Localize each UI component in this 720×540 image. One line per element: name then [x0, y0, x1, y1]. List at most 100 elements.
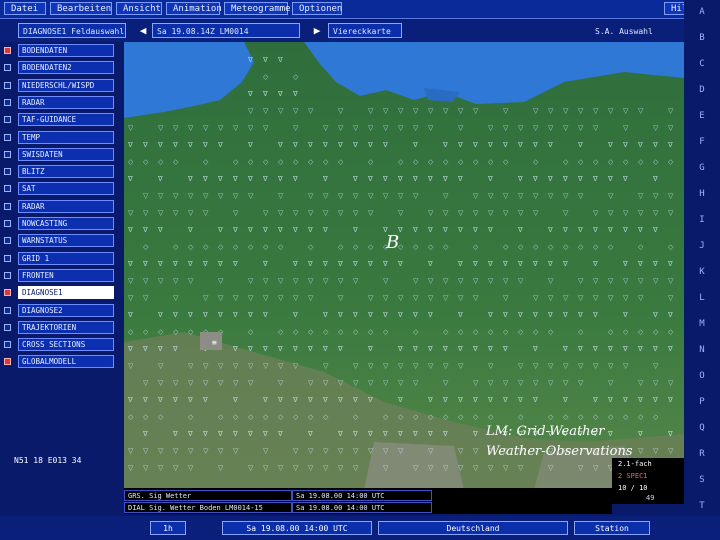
layer-label[interactable]: RADAR: [18, 95, 114, 109]
tool-button[interactable]: Q: [688, 420, 716, 436]
layer-label[interactable]: SWISDATEN: [18, 147, 114, 161]
area-selection[interactable]: S.A. Auswahl: [590, 23, 674, 38]
layer-checkbox[interactable]: [4, 150, 11, 158]
layer-item[interactable]: RADAR: [4, 95, 120, 110]
next-time-button[interactable]: ▶: [310, 23, 324, 38]
layer-label[interactable]: TEMP: [18, 130, 114, 144]
weather-symbol: ▽: [128, 209, 134, 217]
layer-checkbox[interactable]: [4, 271, 11, 279]
tool-button[interactable]: A: [688, 4, 716, 20]
bottom-datetime-field[interactable]: Sa 19.08.00 14:00 UTC: [222, 521, 372, 535]
layer-item[interactable]: BODENDATEN: [4, 44, 120, 58]
layer-checkbox[interactable]: [4, 341, 11, 349]
layer-label[interactable]: GLOBALMODELL: [18, 355, 114, 369]
tool-button[interactable]: N: [688, 342, 716, 358]
layer-item[interactable]: NOWCASTING: [4, 217, 120, 231]
layer-item[interactable]: NIEDERSCHL/WISPD: [4, 78, 120, 93]
layer-label[interactable]: SAT: [18, 182, 114, 196]
region-select[interactable]: Deutschland: [378, 521, 568, 535]
layer-label[interactable]: TAF-GUIDANCE: [18, 113, 114, 127]
layer-checkbox[interactable]: [4, 133, 11, 141]
menu-meteogramme[interactable]: Meteogramme: [224, 2, 291, 15]
layer-item[interactable]: RADAR: [4, 199, 120, 214]
product-select[interactable]: DIAGNOSE1 Feldauswahl: [18, 23, 126, 38]
tool-button[interactable]: P: [688, 394, 716, 410]
layer-checkbox[interactable]: [4, 323, 11, 331]
layer-item[interactable]: TAF-GUIDANCE: [4, 113, 120, 127]
layer-item[interactable]: TEMP: [4, 130, 120, 145]
tool-button[interactable]: J: [688, 238, 716, 254]
layer-checkbox[interactable]: [4, 81, 11, 89]
menu-animation[interactable]: Animation: [166, 2, 222, 15]
layer-label[interactable]: DIAGNOSE2: [18, 303, 114, 317]
layer-label[interactable]: FRONTEN: [18, 268, 114, 282]
layer-checkbox[interactable]: [4, 168, 11, 176]
menu-optionen[interactable]: Optionen: [292, 2, 342, 15]
layer-checkbox[interactable]: [4, 116, 11, 124]
mode-select[interactable]: Station: [574, 521, 650, 535]
layer-item[interactable]: SAT: [4, 182, 120, 196]
layer-checkbox[interactable]: [4, 306, 11, 314]
layer-label[interactable]: TRAJEKTORIEN: [18, 320, 114, 334]
layer-checkbox[interactable]: [4, 64, 11, 72]
layer-label[interactable]: RADAR: [18, 199, 114, 213]
layer-checkbox[interactable]: [4, 289, 11, 297]
menu-ansicht[interactable]: Ansicht: [116, 2, 162, 15]
weather-map[interactable]: ᐁ ᐁ ᐁ ◇ ◇ ∇ ∇ ∇ ∇ ▽ ▽ ▽ ▽ ▽ ▽ ▽ ▽ ▽ ▽ ▽ ▽ ▽ ▽ ▽ ▽ ▽ ▽ ▽ ▽ ▽ ▽ ▽ ▽ ▽ ▽ ▽ ▽ ▽ ▽ ▽…: [124, 42, 684, 490]
layer-label[interactable]: BLITZ: [18, 165, 114, 179]
tool-button[interactable]: C: [688, 56, 716, 72]
tool-button[interactable]: D: [688, 82, 716, 98]
tool-button[interactable]: K: [688, 264, 716, 280]
weather-symbol: ᐁ: [623, 141, 628, 149]
layer-checkbox[interactable]: [4, 358, 11, 366]
weather-symbol: ◇: [458, 328, 464, 336]
tool-button[interactable]: L: [688, 290, 716, 306]
tool-button[interactable]: B: [688, 30, 716, 46]
layer-label[interactable]: DIAGNOSE1: [18, 286, 114, 300]
tool-button[interactable]: E: [688, 108, 716, 124]
layer-checkbox[interactable]: [4, 202, 11, 210]
layer-label[interactable]: NOWCASTING: [18, 217, 114, 230]
tool-button[interactable]: T: [688, 498, 716, 514]
layer-item[interactable]: BLITZ: [4, 165, 120, 179]
tool-button[interactable]: O: [688, 368, 716, 384]
layer-label[interactable]: GRID 1: [18, 251, 114, 265]
layer-item[interactable]: GLOBALMODELL: [4, 355, 120, 369]
layer-checkbox[interactable]: [4, 98, 11, 106]
weather-symbol: ▽: [368, 209, 374, 217]
layer-checkbox[interactable]: [4, 237, 11, 245]
layer-label[interactable]: NIEDERSCHL/WISPD: [18, 78, 114, 92]
layer-item[interactable]: FRONTEN: [4, 268, 120, 283]
tool-button[interactable]: S: [688, 472, 716, 488]
tool-button[interactable]: I: [688, 212, 716, 228]
layer-label[interactable]: CROSS SECTIONS: [18, 338, 114, 352]
time-step-select[interactable]: 1h: [150, 521, 186, 535]
layer-item[interactable]: BODENDATEN2: [4, 61, 120, 75]
layer-checkbox[interactable]: [4, 254, 11, 262]
previous-time-button[interactable]: ◀: [136, 23, 150, 38]
layer-item[interactable]: DIAGNOSE2: [4, 303, 120, 318]
layer-item[interactable]: SWISDATEN: [4, 147, 120, 162]
menu-datei[interactable]: Datei: [4, 2, 46, 15]
datetime-field[interactable]: Sa 19.08.14Z LM0014: [152, 23, 300, 38]
tool-button[interactable]: R: [688, 446, 716, 462]
tool-button[interactable]: G: [688, 160, 716, 176]
weather-symbol: ᐁ: [278, 396, 283, 404]
view-select[interactable]: Viereckkarte: [328, 23, 402, 38]
layer-checkbox[interactable]: [4, 47, 11, 54]
layer-label[interactable]: BODENDATEN: [18, 44, 114, 57]
layer-checkbox[interactable]: [4, 185, 11, 193]
tool-button[interactable]: F: [688, 134, 716, 150]
tool-button[interactable]: M: [688, 316, 716, 332]
layer-item[interactable]: DIAGNOSE1: [4, 286, 120, 300]
layer-item[interactable]: GRID 1: [4, 251, 120, 266]
layer-checkbox[interactable]: [4, 220, 11, 227]
layer-label[interactable]: BODENDATEN2: [18, 61, 114, 75]
weather-symbol: ∇: [187, 175, 193, 183]
menu-bearbeiten[interactable]: Bearbeiten: [50, 2, 112, 15]
layer-item[interactable]: CROSS SECTIONS: [4, 338, 120, 352]
tool-button[interactable]: H: [688, 186, 716, 202]
layer-item[interactable]: WARNSTATUS: [4, 234, 120, 248]
layer-item[interactable]: TRAJEKTORIEN: [4, 320, 120, 335]
layer-label[interactable]: WARNSTATUS: [18, 234, 114, 248]
